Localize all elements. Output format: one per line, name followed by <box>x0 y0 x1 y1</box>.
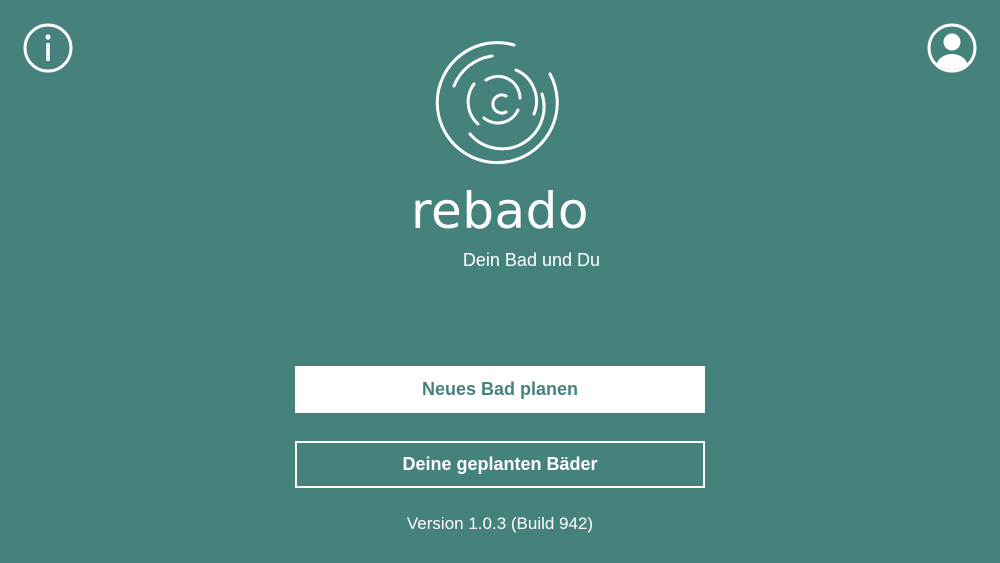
brand-tagline: Dein Bad und Du <box>462 250 600 270</box>
info-circle-icon <box>23 23 73 73</box>
planned-bathrooms-button[interactable]: Deine geplanten Bäder <box>295 441 705 488</box>
rebado-spiral-logo-icon <box>435 41 559 165</box>
version-label: Version 1.0.3 (Build 942) <box>406 514 594 533</box>
brand-name: rebado <box>411 182 589 240</box>
profile-button[interactable] <box>926 22 978 74</box>
info-button[interactable] <box>22 22 74 74</box>
logo-mark <box>434 38 566 170</box>
home-screen: rebado Dein Bad und Du Neues Bad planen … <box>0 0 1000 563</box>
new-bathroom-button[interactable]: Neues Bad planen <box>295 366 705 413</box>
user-profile-icon <box>927 23 977 73</box>
